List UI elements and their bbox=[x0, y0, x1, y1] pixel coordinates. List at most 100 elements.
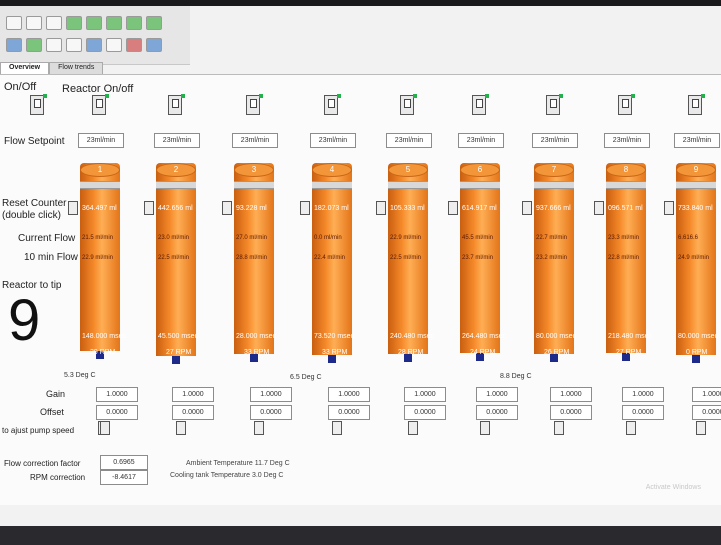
flow-setpoint-input-2[interactable]: 23ml/min bbox=[154, 133, 200, 148]
gain-label: Gain bbox=[46, 389, 66, 399]
flow-setpoint-input-8[interactable]: 23ml/min bbox=[604, 133, 650, 148]
gain-input-5[interactable]: 1.0000 bbox=[404, 387, 446, 402]
reactor-on-off-toggle-7[interactable] bbox=[546, 94, 563, 115]
offset-input-9[interactable]: 0.0000 bbox=[692, 405, 721, 420]
reset-counter-button-1[interactable] bbox=[68, 201, 78, 215]
offset-input-5[interactable]: 0.0000 bbox=[404, 405, 446, 420]
toolbar-button[interactable] bbox=[146, 38, 162, 52]
ten-min-flow-9: 24.9 ml/min bbox=[678, 255, 710, 261]
tab-overview[interactable]: Overview bbox=[0, 62, 50, 74]
rpm-correction-input[interactable]: -8.4617 bbox=[100, 470, 148, 485]
reset-counter-button-4[interactable] bbox=[300, 201, 310, 215]
toolbar-button[interactable] bbox=[46, 16, 62, 30]
pump-speed-toggle-5[interactable] bbox=[408, 421, 418, 435]
flow-setpoint-input-4[interactable]: 23ml/min bbox=[310, 133, 356, 148]
toolbar-button[interactable] bbox=[106, 38, 122, 52]
offset-input-4[interactable]: 0.0000 bbox=[328, 405, 370, 420]
reset-counter-button-6[interactable] bbox=[448, 201, 458, 215]
flow-setpoint-input-1[interactable]: 23ml/min bbox=[78, 133, 124, 148]
reactor-on-off-toggle-6[interactable] bbox=[472, 94, 489, 115]
toolbar-button[interactable] bbox=[146, 16, 162, 30]
reactor-stem bbox=[328, 355, 336, 363]
reset-counter-button-8[interactable] bbox=[594, 201, 604, 215]
toolbar-button[interactable] bbox=[46, 38, 62, 52]
tab-flow-trends[interactable]: Flow trends bbox=[49, 62, 104, 74]
toolbar-button[interactable] bbox=[66, 38, 82, 52]
ambient-temperature: Ambient Temperature 11.7 Deg C bbox=[186, 460, 290, 467]
flow-setpoint-input-3[interactable]: 23ml/min bbox=[232, 133, 278, 148]
pump-rpm-1: 29 RPM bbox=[90, 349, 116, 356]
master-on-off-toggle[interactable] bbox=[30, 94, 47, 115]
pump-speed-toggle-8[interactable] bbox=[626, 421, 636, 435]
reset-counter-button-7[interactable] bbox=[522, 201, 532, 215]
flow-setpoint-input-9[interactable]: 23ml/min bbox=[674, 133, 720, 148]
gain-input-3[interactable]: 1.0000 bbox=[250, 387, 292, 402]
tab-bar: Overview Flow trends bbox=[0, 62, 104, 74]
double-click-label: (double click) bbox=[2, 210, 61, 221]
pump-speed-toggle-9[interactable] bbox=[696, 421, 706, 435]
flow-correction-input[interactable]: 0.6965 bbox=[100, 455, 148, 470]
pump-rpm-3: 33 RPM bbox=[244, 349, 270, 356]
reactor-on-off-toggle-4[interactable] bbox=[324, 94, 341, 115]
toolbar-button[interactable] bbox=[66, 16, 82, 30]
ten-min-flow-2: 22.5 ml/min bbox=[158, 255, 190, 261]
reset-counter-button-2[interactable] bbox=[144, 201, 154, 215]
pump-speed-toggle-7[interactable] bbox=[554, 421, 564, 435]
pump-rpm-4: 33 RPM bbox=[322, 349, 348, 356]
reset-counter-button-9[interactable] bbox=[664, 201, 674, 215]
temperature-readout-2: 6.5 Deg C bbox=[290, 374, 322, 381]
reactor-number: 3 bbox=[251, 165, 257, 174]
app-screen: Overview Flow trends On/Off Reactor On/o… bbox=[0, 6, 721, 526]
toolbar-button[interactable] bbox=[86, 16, 102, 30]
pump-speed-toggle-4[interactable] bbox=[332, 421, 342, 435]
reactor-on-off-toggle-2[interactable] bbox=[168, 94, 185, 115]
reactor-on-off-toggle-8[interactable] bbox=[618, 94, 635, 115]
reset-counter-button-3[interactable] bbox=[222, 201, 232, 215]
rpm-correction-label: RPM correction bbox=[30, 473, 86, 482]
status-led-icon bbox=[413, 94, 417, 98]
current-flow-4: 0.0 ml/min bbox=[314, 235, 342, 241]
toolbar-button[interactable] bbox=[126, 38, 142, 52]
reset-counter-button-5[interactable] bbox=[376, 201, 386, 215]
ten-min-flow-4: 22.4 ml/min bbox=[314, 255, 346, 261]
toolbar-button[interactable] bbox=[26, 16, 42, 30]
offset-input-3[interactable]: 0.0000 bbox=[250, 405, 292, 420]
gain-input-1[interactable]: 1.0000 bbox=[96, 387, 138, 402]
reactor-on-off-toggle-9[interactable] bbox=[688, 94, 705, 115]
flow-setpoint-input-5[interactable]: 23ml/min bbox=[386, 133, 432, 148]
pump-speed-toggle-2[interactable] bbox=[176, 421, 186, 435]
gain-input-7[interactable]: 1.0000 bbox=[550, 387, 592, 402]
pump-speed-toggle-3[interactable] bbox=[254, 421, 264, 435]
offset-input-8[interactable]: 0.0000 bbox=[622, 405, 664, 420]
gain-input-6[interactable]: 1.0000 bbox=[476, 387, 518, 402]
gain-input-9[interactable]: 1.0000 bbox=[692, 387, 721, 402]
status-led-icon bbox=[631, 94, 635, 98]
toolbar-button[interactable] bbox=[106, 16, 122, 30]
gain-input-8[interactable]: 1.0000 bbox=[622, 387, 664, 402]
toolbar bbox=[0, 6, 190, 65]
toolbar-button[interactable] bbox=[6, 16, 22, 30]
offset-input-1[interactable]: 0.0000 bbox=[96, 405, 138, 420]
pulse-interval-8: 218.480 msec bbox=[608, 333, 652, 340]
reactor-on-off-toggle-3[interactable] bbox=[246, 94, 263, 115]
offset-input-6[interactable]: 0.0000 bbox=[476, 405, 518, 420]
pump-rpm-9: 0 RPM bbox=[686, 349, 708, 356]
reactor-on-off-toggle-1[interactable] bbox=[92, 94, 109, 115]
toolbar-button[interactable] bbox=[126, 16, 142, 30]
reactor-on-off-toggle-5[interactable] bbox=[400, 94, 417, 115]
offset-input-2[interactable]: 0.0000 bbox=[172, 405, 214, 420]
gain-input-4[interactable]: 1.0000 bbox=[328, 387, 370, 402]
ten-min-flow-6: 23.7 ml/min bbox=[462, 255, 494, 261]
pulse-interval-4: 73.520 msec bbox=[314, 333, 355, 340]
toolbar-button[interactable] bbox=[86, 38, 102, 52]
flow-setpoint-input-6[interactable]: 23ml/min bbox=[458, 133, 504, 148]
current-flow-9: 6.616.6 bbox=[678, 235, 699, 241]
toolbar-button[interactable] bbox=[6, 38, 22, 52]
pump-speed-toggle-6[interactable] bbox=[480, 421, 490, 435]
pump-speed-toggle-1[interactable] bbox=[100, 421, 110, 435]
toolbar-button[interactable] bbox=[26, 38, 42, 52]
volume-counter-7: 937.666 ml bbox=[536, 205, 571, 212]
gain-input-2[interactable]: 1.0000 bbox=[172, 387, 214, 402]
flow-setpoint-input-7[interactable]: 23ml/min bbox=[532, 133, 578, 148]
offset-input-7[interactable]: 0.0000 bbox=[550, 405, 592, 420]
